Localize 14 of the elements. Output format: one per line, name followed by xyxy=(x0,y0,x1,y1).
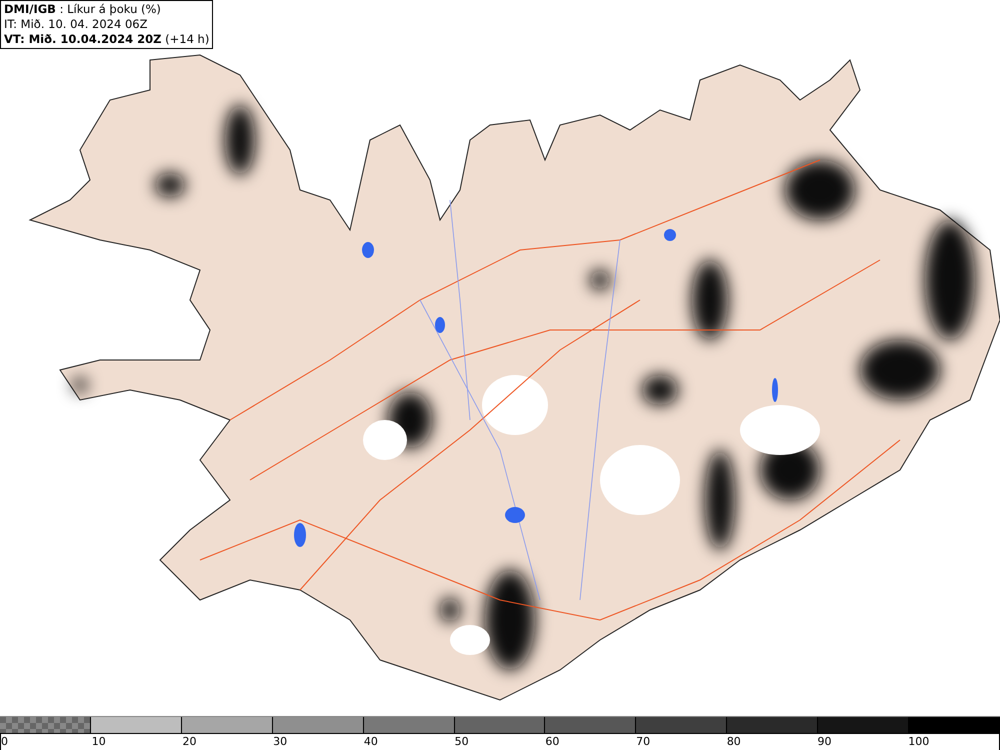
info-line: VT: Mið. 10.04.2024 20Z (+14 h) xyxy=(4,32,210,47)
info-line: IT: Mið. 10. 04. 2024 06Z xyxy=(4,17,148,32)
legend-label: 100 xyxy=(908,734,930,750)
legend-label: 0 xyxy=(1,734,8,750)
legend-label: 20 xyxy=(182,734,196,750)
legend-label: 60 xyxy=(545,734,560,750)
legend-label: 40 xyxy=(364,734,378,750)
legend-label: 10 xyxy=(92,734,106,750)
info-line: DMI/IGB : Líkur á þoku (%) xyxy=(4,2,162,17)
legend-label: 90 xyxy=(818,734,832,750)
legend-label: 30 xyxy=(273,734,288,750)
legend-label: 50 xyxy=(454,734,469,750)
legend-label: 70 xyxy=(636,734,650,750)
legend-label: 80 xyxy=(726,734,741,750)
